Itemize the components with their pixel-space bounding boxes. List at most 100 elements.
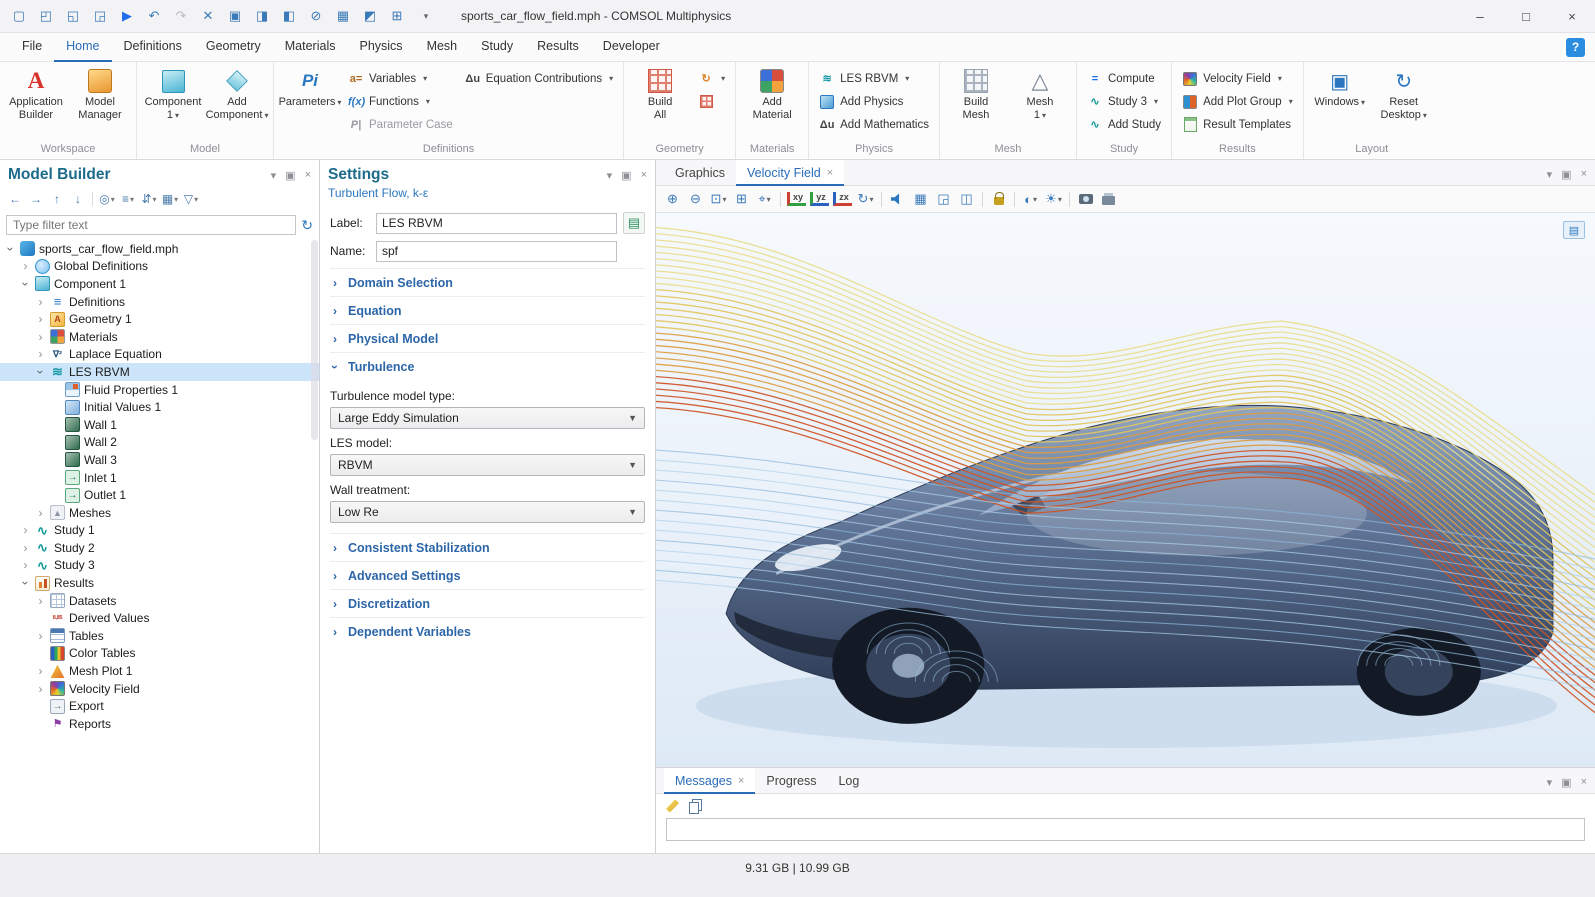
menu-item-study[interactable]: Study [469,33,525,62]
tree-expander-icon[interactable]: › [35,331,46,343]
minimize-icon[interactable]: – [1457,0,1503,33]
windows-button[interactable]: ▣ Windows▾ [1309,65,1371,112]
tree-item-color-tables[interactable]: Color Tables [0,645,319,663]
name-input[interactable] [376,241,617,262]
tree-expander-icon[interactable]: › [35,595,46,607]
image-icon[interactable]: ◩ [357,4,383,28]
view-xy-icon[interactable]: xy [786,189,807,210]
section-dependent-variables[interactable]: ›Dependent Variables [330,617,645,645]
clear-icon[interactable] [666,800,679,813]
tree-item-results[interactable]: ›Results [0,574,319,592]
collapse-icon[interactable]: ▾ [271,169,277,182]
visibility-icon[interactable]: ◎▾ [97,189,117,209]
filter-input[interactable] [6,215,296,235]
tree-item-laplace-equation[interactable]: ›Laplace Equation [0,346,319,364]
parameters-button[interactable]: Pi Parameters▾ [279,65,341,112]
menu-item-developer[interactable]: Developer [591,33,672,62]
go-to-view-icon[interactable]: ⌖▾ [754,189,775,210]
label-input[interactable] [376,213,617,234]
component-1-button[interactable]: Component 1▾ [142,65,204,125]
menu-item-materials[interactable]: Materials [273,33,348,62]
section-physical-model[interactable]: ›Physical Model [330,324,645,352]
node-text-icon[interactable]: ≡▾ [118,189,138,209]
collapse-expand-icon[interactable]: ⇵▾ [139,189,159,209]
plot-properties-icon[interactable]: ▤ [1563,221,1585,239]
tree-item-geometry-1[interactable]: ›Geometry 1 [0,310,319,328]
refresh-icon[interactable]: ↻ [301,217,313,234]
tree-expander-icon[interactable]: › [35,683,46,695]
velocity-field-button[interactable]: Velocity Field▾ [1177,67,1298,90]
image-to-table-icon[interactable]: ▦ [910,189,931,210]
close-icon[interactable]: × [305,169,311,182]
mesh-1-button[interactable]: △ Mesh 1▾ [1009,65,1071,125]
collapse-icon[interactable]: ▾ [1547,168,1553,181]
section-domain-selection[interactable]: ›Domain Selection [330,268,645,296]
view-yz-icon[interactable]: yz [809,189,830,210]
section-equation[interactable]: ›Equation [330,296,645,324]
tree-item-inlet-1[interactable]: Inlet 1 [0,469,319,487]
tree-expander-icon[interactable]: › [35,507,46,519]
rename-icon[interactable]: ▤ [623,212,645,234]
tree-item-study-1[interactable]: ›Study 1 [0,522,319,540]
tree-item-wall-2[interactable]: Wall 2 [0,434,319,452]
tree-expander-icon[interactable]: › [35,630,46,642]
close-tab-icon[interactable]: × [827,167,833,179]
geometry-update-button[interactable]: ↻▾ [693,67,730,90]
add-study-button[interactable]: ∿ Add Study [1082,113,1166,136]
les-rbvm-button[interactable]: ≋ LES RBVM▾ [814,67,934,90]
tree-item-derived-values[interactable]: Derived Values [0,609,319,627]
zoom-out-icon[interactable]: ⊖ [685,189,706,210]
result-templates-button[interactable]: Result Templates [1177,113,1298,136]
tree-item-mesh-plot-1[interactable]: ›Mesh Plot 1 [0,662,319,680]
equation-contributions-button[interactable]: Δu Equation Contributions▾ [460,67,618,90]
tree-expander-icon[interactable]: › [20,260,31,272]
tree-expander-icon[interactable]: › [20,559,31,571]
close-icon[interactable]: × [1581,168,1587,181]
camera-icon[interactable] [1075,189,1096,210]
study-3-button[interactable]: ∿ Study 3▾ [1082,90,1166,113]
tree-item-wall-3[interactable]: Wall 3 [0,451,319,469]
close-icon[interactable]: × [641,169,647,182]
update-plot-icon[interactable]: ↻▾ [855,189,876,210]
delete-icon[interactable]: ⊘ [303,4,329,28]
copy-icon[interactable] [689,802,699,814]
tree-item-materials[interactable]: ›Materials [0,328,319,346]
forward-icon[interactable]: → [26,189,46,209]
undo-icon[interactable]: ↶ [141,4,167,28]
close-tab-icon[interactable]: × [738,775,744,787]
geometry-grid-button[interactable] [693,90,730,113]
filter-icon[interactable]: ▽▾ [181,189,201,209]
cut-icon[interactable]: ✕ [195,4,221,28]
menu-item-file[interactable]: File [10,33,54,62]
add-plot-group-button[interactable]: Add Plot Group▾ [1177,90,1298,113]
tree-item-reports[interactable]: Reports [0,715,319,733]
tree-item-outlet-1[interactable]: Outlet 1 [0,486,319,504]
paste-icon[interactable]: ◨ [249,4,275,28]
float-icon[interactable]: ▣ [621,169,631,182]
tree-expander-icon[interactable]: › [35,313,46,325]
duplicate-icon[interactable]: ◧ [276,4,302,28]
tree-item-velocity-field[interactable]: ›Velocity Field [0,680,319,698]
tree-expander-icon[interactable]: › [20,578,32,589]
collapse-icon[interactable]: ▾ [1547,776,1553,789]
tab-progress[interactable]: Progress [755,768,827,794]
tab-velocity-field[interactable]: Velocity Field× [736,160,844,186]
tree-item-study-3[interactable]: ›Study 3 [0,557,319,575]
section-turbulence[interactable]: › Turbulence [330,352,645,380]
move-down-icon[interactable]: ↓ [68,189,88,209]
build-mesh-button[interactable]: Build Mesh [945,65,1007,125]
tree-expander-icon[interactable]: › [35,348,46,360]
tree-item-global-definitions[interactable]: ›Global Definitions [0,258,319,276]
tree-item-datasets[interactable]: ›Datasets [0,592,319,610]
save-as-icon[interactable]: ◲ [87,4,113,28]
add-mathematics-button[interactable]: Δu Add Mathematics [814,113,934,136]
section-consistent-stabilization[interactable]: ›Consistent Stabilization [330,533,645,561]
lock-icon[interactable] [988,189,1009,210]
compute-button[interactable]: = Compute [1082,67,1166,90]
application-builder-button[interactable]: A Application Builder [5,65,67,125]
zoom-in-icon[interactable]: ⊕ [662,189,683,210]
help-button[interactable]: ? [1566,38,1585,57]
maximize-icon[interactable]: □ [1503,0,1549,33]
wall-treatment-select[interactable]: Low Re ▼ [330,501,645,523]
zoom-extents-icon[interactable]: ⊞ [384,4,410,28]
